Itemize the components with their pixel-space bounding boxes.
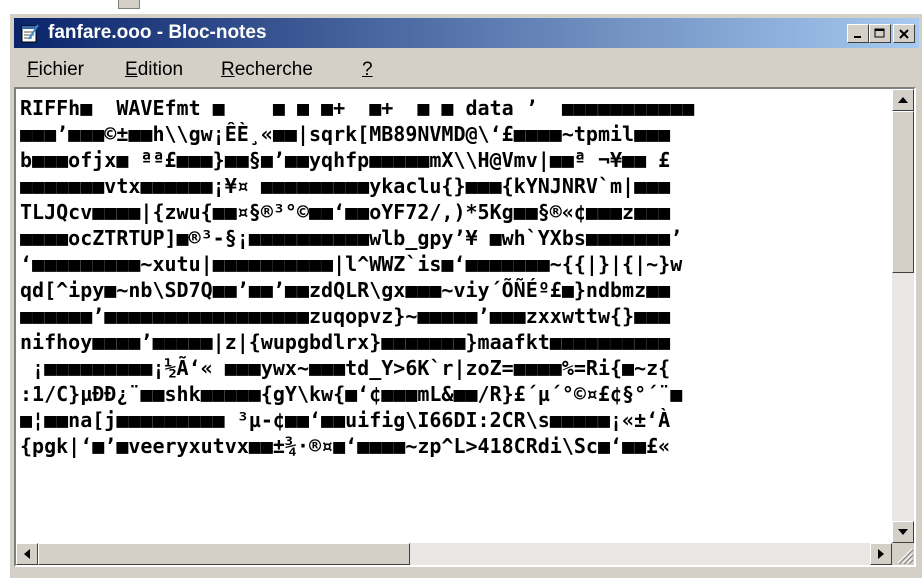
close-icon: [899, 28, 909, 39]
horizontal-scrollbar[interactable]: [16, 543, 892, 565]
text-line: TLJQcv■■■■|{zwu{■■¤§®³°©■■‘■■oYF72/,)*5K…: [20, 200, 671, 224]
text-line: ‘■■■■■■■■■~xutu|■■■■■■■■■■|l^WWZ`is■‘■■■…: [20, 252, 683, 276]
menu-edition-label: dition: [137, 59, 184, 80]
text-line: :1/C}µÐÐ¿¨■■shk■■■■■{gY\kw{■‘¢■■■mL&■■/R…: [20, 382, 683, 406]
menu-help-mnemonic: ?: [362, 59, 373, 80]
text-line: RIFFh■ WAVEfmt ■ ■ ■ ■+ ■+ ■ ■ data ’ ■■…: [20, 96, 695, 120]
maximize-button[interactable]: [869, 24, 891, 43]
scroll-right-arrow-icon: [878, 549, 884, 559]
close-button[interactable]: [893, 24, 915, 43]
text-line: nifhoy■■■■’■■■■■|z|{wupgbdlrx}■■■■■■■}ma…: [20, 330, 671, 354]
menu-fichier-mnemonic: F: [27, 59, 39, 80]
minimize-button[interactable]: [847, 24, 869, 43]
minimize-icon: [854, 35, 861, 38]
text-line: ■■■’■■■©±■■h\\gw¡ÊÈ¸«■■|sqrk[MB89NVMD@\‘…: [20, 122, 671, 146]
resize-grip[interactable]: [892, 543, 914, 565]
menu-fichier[interactable]: Fichier: [27, 59, 84, 81]
vertical-scroll-thumb[interactable]: [892, 111, 914, 273]
notepad-icon: [21, 24, 39, 43]
scroll-down-button[interactable]: [892, 521, 914, 543]
notepad-window: fanfare.ooo - Bloc-notes Fichier Edition…: [10, 14, 922, 578]
resize-grip-icon: [897, 548, 914, 565]
scroll-up-arrow-icon: [898, 97, 908, 103]
maximize-icon: [874, 28, 885, 38]
document-text[interactable]: RIFFh■ WAVEfmt ■ ■ ■ ■+ ■+ ■ ■ data ’ ■■…: [20, 95, 890, 515]
text-editor[interactable]: RIFFh■ WAVEfmt ■ ■ ■ ■+ ■+ ■ ■ data ’ ■■…: [14, 87, 916, 567]
scroll-up-button[interactable]: [892, 89, 914, 111]
window-title: fanfare.ooo - Bloc-notes: [48, 22, 267, 43]
text-line: ■¦■■na[j■■■■■■■■■ ³µ-¢■■‘■■uifig\I66DI:2…: [20, 408, 671, 432]
text-line: ■■■■ocZTRTUP]■®³-§¡■■■■■■■■■■wlb_gpy’¥ ■…: [20, 226, 683, 250]
menu-edition[interactable]: Edition: [125, 59, 183, 81]
text-line: [20, 459, 890, 485]
text-line: ¡■■■■■■■■■¡½Ã‘« ■■■ywx~■■■td_Y>6K`r|zoZ=…: [20, 356, 671, 380]
scroll-down-arrow-icon: [898, 529, 908, 535]
text-line: [20, 485, 890, 511]
menu-fichier-label: ichier: [38, 59, 85, 80]
title-bar[interactable]: fanfare.ooo - Bloc-notes: [14, 18, 919, 48]
scroll-left-button[interactable]: [16, 543, 38, 565]
scroll-right-button[interactable]: [870, 543, 892, 565]
text-line: {pgk|‘■’■veeryxutvx■■±¾·®¤■‘■■■■~zp^L>41…: [20, 434, 671, 458]
text-line: qd[^ipy■~nb\SD7Q■■’■■’■■zdQLR\gx■■■~viy´…: [20, 278, 671, 302]
menu-help[interactable]: ?: [362, 59, 373, 81]
menu-recherche-mnemonic: R: [221, 59, 235, 80]
horizontal-scroll-thumb[interactable]: [38, 543, 410, 565]
menu-recherche-label: echerche: [234, 59, 313, 80]
text-line: b■■■ofjx■ ªª£■■■}■■§■’■■yqhfp■■■■■mX\\H@…: [20, 148, 671, 172]
menu-bar: Fichier Edition Recherche ?: [14, 51, 919, 87]
scroll-left-arrow-icon: [24, 549, 30, 559]
background-tab: [118, 0, 140, 9]
menu-edition-mnemonic: E: [125, 59, 138, 80]
vertical-scrollbar[interactable]: [892, 89, 914, 543]
text-line: ■■■■■■’■■■■■■■■■■■■■■■■■zuqopvz}~■■■■■’■…: [20, 304, 671, 328]
menu-recherche[interactable]: Recherche: [221, 59, 313, 81]
background-strip: [0, 0, 922, 14]
text-line: ■■■■■■■vtx■■■■■■¡¥¤ ■■■■■■■■■ykaclu{}■■■…: [20, 174, 671, 198]
